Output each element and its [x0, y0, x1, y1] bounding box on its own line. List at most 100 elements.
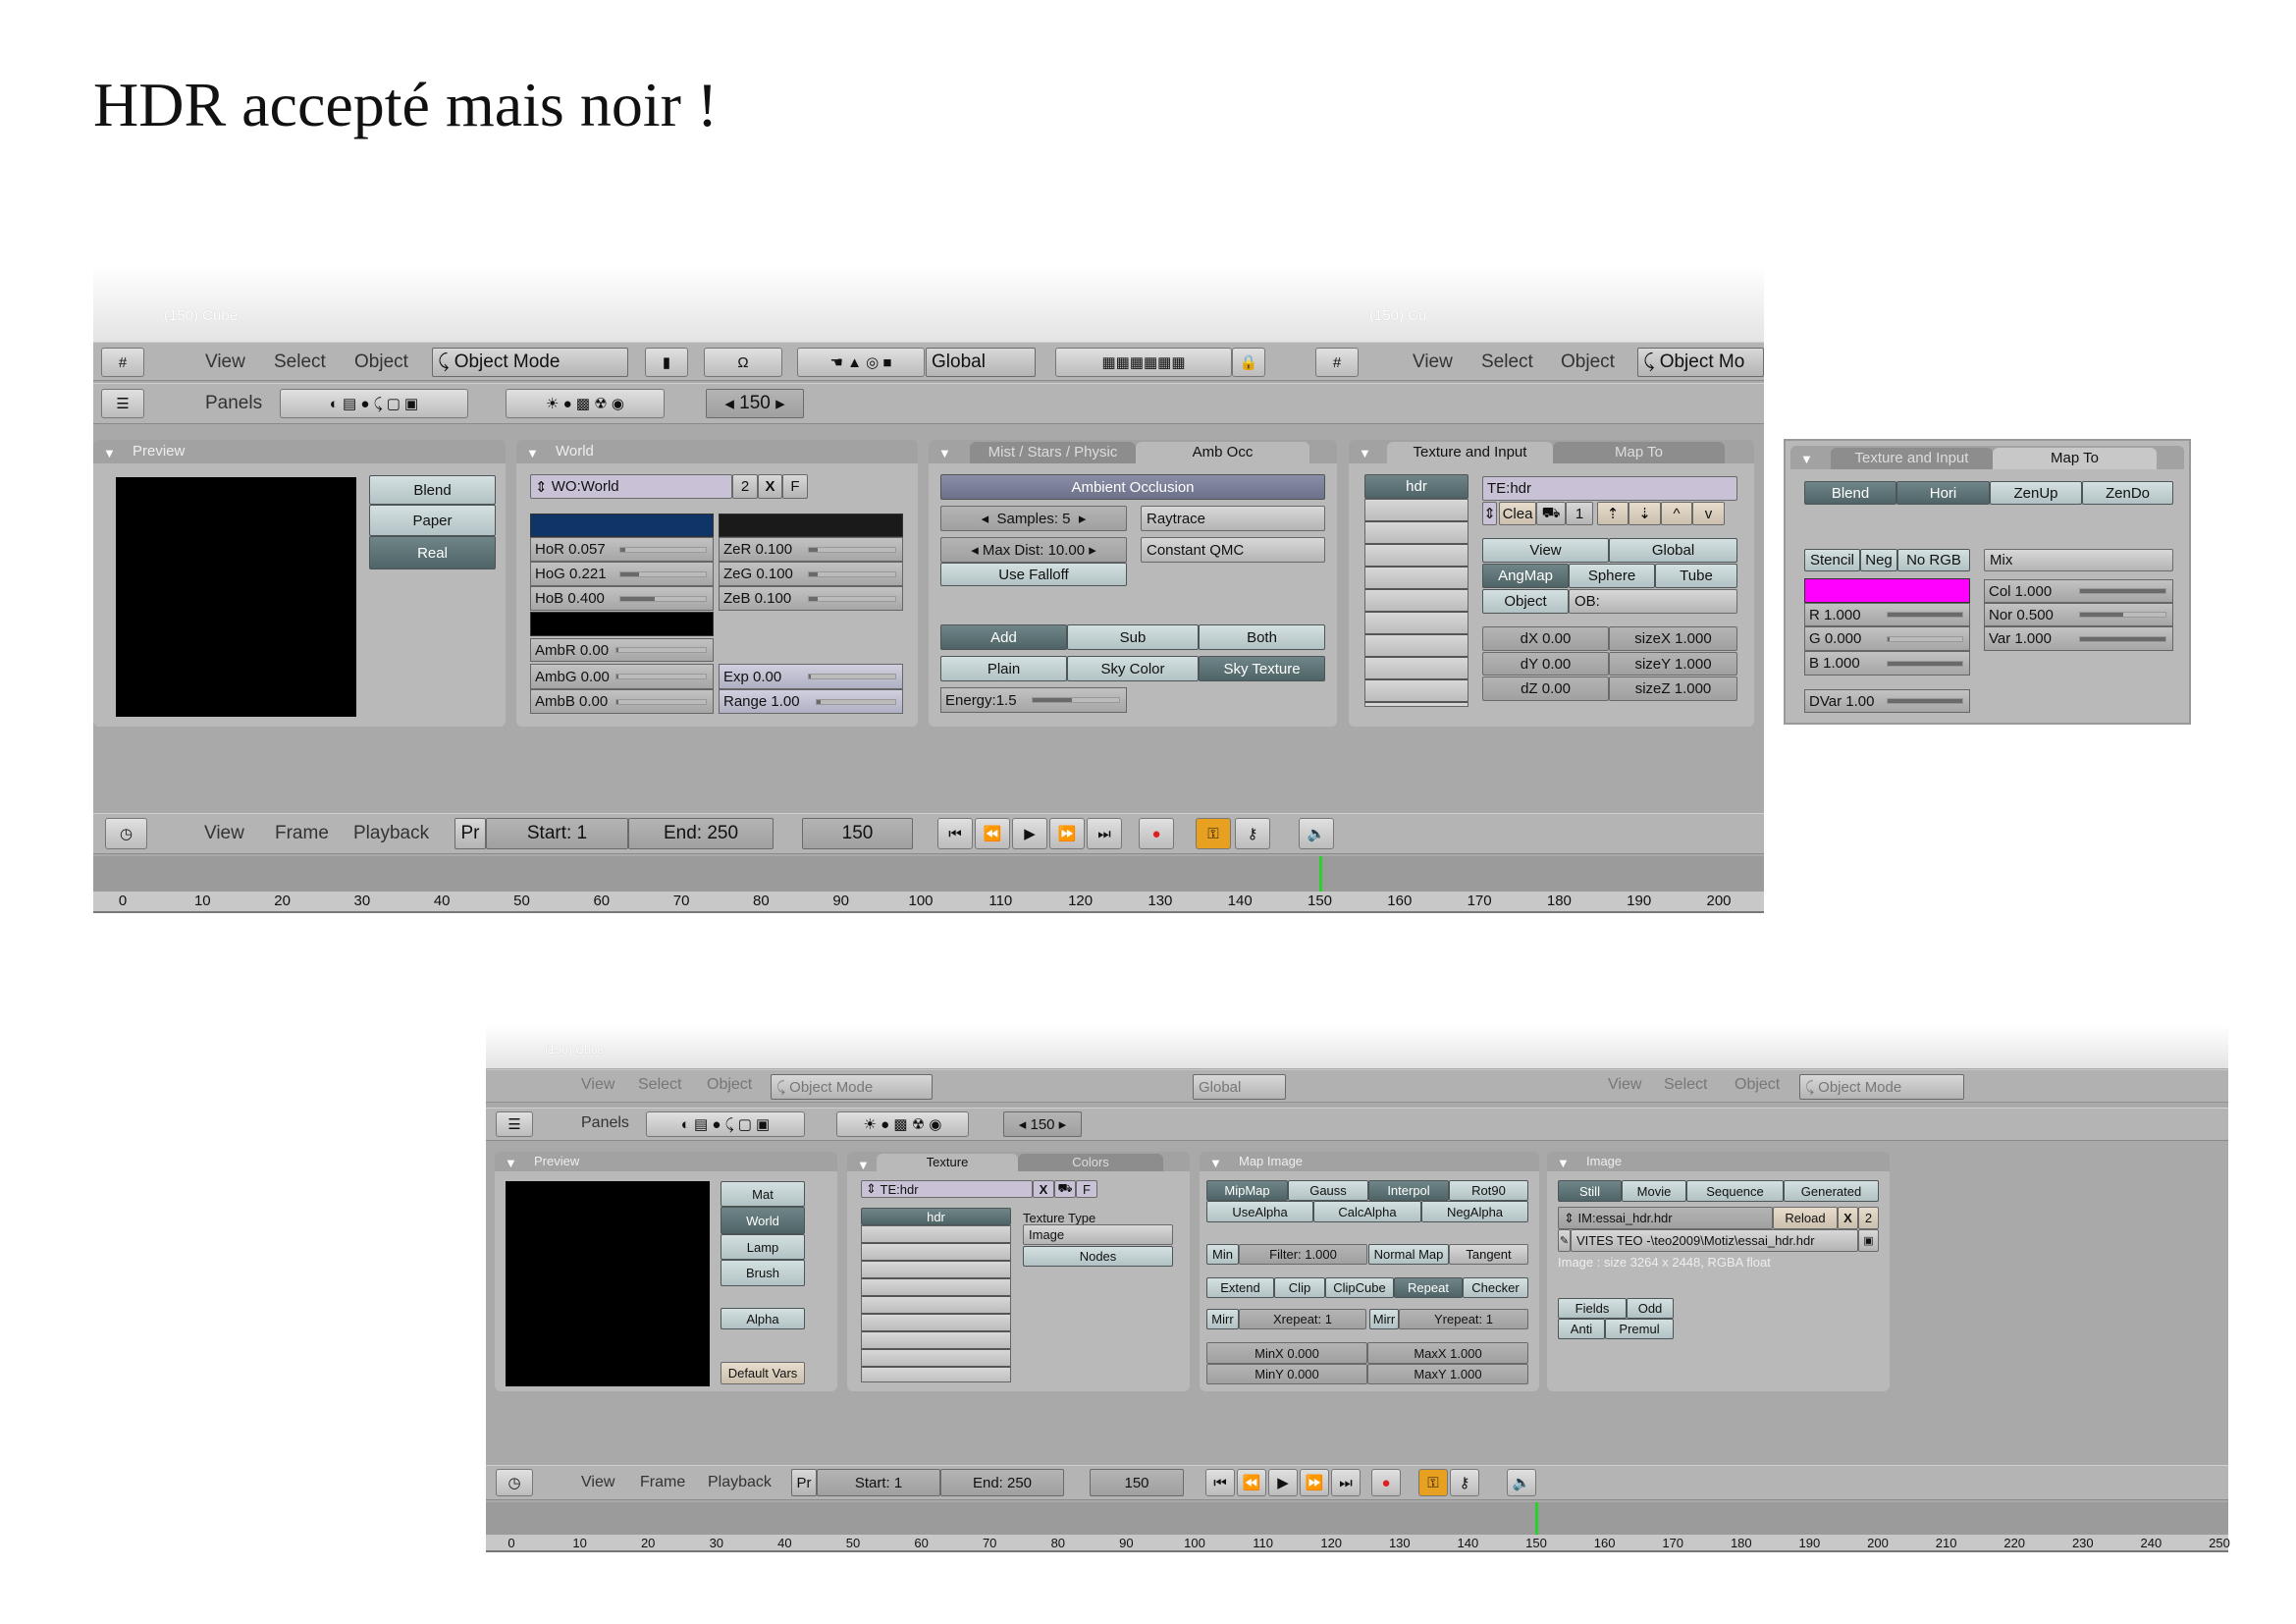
jump-start-icon[interactable]: ⏮: [1205, 1469, 1235, 1496]
timeline-menu-view[interactable]: View: [204, 823, 244, 844]
default-vars-button[interactable]: Default Vars: [721, 1362, 805, 1384]
image-name-field[interactable]: ⇕ IM:essai_hdr.hdr: [1558, 1207, 1773, 1229]
panels-menu[interactable]: Panels: [205, 393, 262, 414]
timeline-clock-icon[interactable]: ◷: [496, 1469, 533, 1496]
mapto-blend-button[interactable]: Blend: [1804, 481, 1896, 505]
menu-select-2[interactable]: Select: [1664, 1076, 1707, 1094]
panels-menu[interactable]: Panels: [581, 1114, 629, 1132]
ao-add-button[interactable]: Add: [940, 624, 1067, 650]
ao-sky-color-button[interactable]: Sky Color: [1067, 656, 1199, 681]
layers-icon[interactable]: ▦▦▦▦▦▦: [1055, 348, 1232, 377]
tab-amb-occ[interactable]: Amb Occ: [1136, 442, 1309, 463]
preview-paper-button[interactable]: Paper: [369, 505, 496, 536]
context-icons[interactable]: ◐ ▤ ● ⤹ ▢ ▣: [646, 1111, 805, 1137]
preview-range-button[interactable]: Pr: [454, 818, 486, 849]
gauss-button[interactable]: Gauss: [1288, 1180, 1368, 1201]
texture-users-button[interactable]: 1: [1566, 502, 1593, 525]
texture-unlink-button[interactable]: X: [1033, 1180, 1054, 1198]
menu-view[interactable]: View: [205, 352, 245, 373]
timeline-clock-icon[interactable]: ◷: [105, 818, 147, 849]
start-frame-field[interactable]: Start: 1: [486, 818, 628, 849]
hor-slider[interactable]: HoR 0.057: [530, 537, 714, 562]
zenith-color-swatch[interactable]: [719, 514, 903, 537]
ambr-slider[interactable]: AmbR 0.00: [530, 638, 714, 662]
zeg-slider[interactable]: ZeG 0.100: [719, 562, 903, 586]
minx-field[interactable]: MinX 0.000: [1206, 1342, 1367, 1364]
world-unlink-button[interactable]: X: [758, 474, 782, 499]
preview-world-button[interactable]: World: [721, 1207, 805, 1234]
buttons-editor-icon[interactable]: ☰: [496, 1111, 533, 1137]
current-frame-field[interactable]: 150: [802, 818, 913, 849]
ambient-occlusion-toggle[interactable]: Ambient Occlusion: [940, 474, 1325, 500]
clipcube-button[interactable]: ClipCube: [1325, 1277, 1394, 1298]
timeline-ruler[interactable]: 0 10 20 30 40 50 60 70 80 90 100 110 120 130 140 150 160…: [486, 1535, 2230, 1552]
3d-viewport[interactable]: [93, 265, 1764, 342]
collapse-icon[interactable]: ▼: [505, 1154, 517, 1173]
grid-editor-icon[interactable]: #: [101, 348, 144, 377]
image-unlink-button[interactable]: X: [1838, 1207, 1858, 1229]
current-frame-marker[interactable]: [1535, 1502, 1538, 1535]
grid-editor-icon-2[interactable]: #: [1315, 348, 1359, 377]
orientation-dropdown[interactable]: Global: [1193, 1074, 1286, 1100]
context-icons[interactable]: ◐ ▤ ● ⤹ ▢ ▣: [280, 389, 468, 418]
keying-set-icon[interactable]: ⚿: [1418, 1469, 1448, 1496]
jump-end-icon[interactable]: ⏭: [1087, 818, 1122, 849]
texture-slots-list[interactable]: [861, 1225, 1011, 1382]
texture-clear-button[interactable]: Clea: [1499, 502, 1536, 525]
world-name-field[interactable]: ⇕ WO:World: [530, 474, 732, 499]
prev-keyframe-icon[interactable]: ⏪: [975, 818, 1010, 849]
nodes-button[interactable]: Nodes: [1023, 1246, 1173, 1267]
shading-context-icons[interactable]: ☀ ● ▩ ☢ ◉: [836, 1111, 969, 1137]
next-keyframe-icon[interactable]: ⏩: [1300, 1469, 1329, 1496]
extend-button[interactable]: Extend: [1206, 1277, 1274, 1298]
audio-icon[interactable]: 🔈: [1299, 818, 1334, 849]
tab-map-to[interactable]: Map To: [1993, 448, 2157, 469]
zeb-slider[interactable]: ZeB 0.100: [719, 586, 903, 611]
xrepeat-field[interactable]: Xrepeat: 1: [1239, 1309, 1366, 1329]
preview-lamp-button[interactable]: Lamp: [721, 1234, 805, 1260]
ambg-slider[interactable]: AmbG 0.00: [530, 664, 714, 689]
calcalpha-button[interactable]: CalcAlpha: [1313, 1201, 1421, 1222]
image-users-button[interactable]: 2: [1858, 1207, 1879, 1229]
collapse-icon[interactable]: ▼: [1359, 442, 1371, 465]
zer-slider[interactable]: ZeR 0.100: [719, 537, 903, 562]
texture-slots-list[interactable]: [1364, 499, 1468, 707]
sizey-field[interactable]: sizeY 1.000: [1609, 652, 1737, 676]
end-frame-field[interactable]: End: 250: [940, 1469, 1064, 1496]
hob-slider[interactable]: HoB 0.400: [530, 586, 714, 611]
mapto-zenup-button[interactable]: ZenUp: [1990, 481, 2082, 505]
preview-real-button[interactable]: Real: [369, 536, 496, 569]
lock-icon[interactable]: 🔒: [1232, 348, 1265, 377]
texture-browse-icon[interactable]: ⛟: [1054, 1180, 1076, 1198]
collapse-icon[interactable]: ▼: [103, 442, 116, 465]
move-down-button[interactable]: v: [1692, 502, 1725, 525]
energy-slider[interactable]: Energy:1.5: [940, 687, 1127, 713]
texture-name-field[interactable]: TE:hdr: [1482, 476, 1737, 501]
preview-range-button[interactable]: Pr: [791, 1469, 817, 1496]
pivot-icon[interactable]: Ω: [704, 348, 782, 377]
image-path-field[interactable]: VITES TEO -\teo2009\Motiz\essai_hdr.hdr: [1571, 1229, 1858, 1252]
maxy-field[interactable]: MaxY 1.000: [1367, 1364, 1528, 1384]
odd-button[interactable]: Odd: [1627, 1298, 1674, 1319]
texture-browse-icon[interactable]: ⛟: [1536, 502, 1566, 525]
pack-icon[interactable]: ▣: [1858, 1229, 1879, 1252]
collapse-icon[interactable]: ▼: [1209, 1154, 1222, 1173]
timeline-ruler[interactable]: 0 10 20 30 40 50 60 70 80 90 100 110 120 130 140 150 160…: [93, 892, 1764, 913]
timeline-menu-playback[interactable]: Playback: [353, 823, 429, 844]
dy-field[interactable]: dY 0.00: [1482, 652, 1609, 676]
min-button[interactable]: Min: [1206, 1244, 1239, 1265]
timeline-menu-frame[interactable]: Frame: [275, 823, 329, 844]
fields-button[interactable]: Fields: [1558, 1298, 1627, 1319]
max-dist-field[interactable]: ◂ Max Dist: 10.00 ▸: [940, 537, 1127, 563]
horizon-color-swatch[interactable]: [530, 514, 714, 537]
maxx-field[interactable]: MaxX 1.000: [1367, 1342, 1528, 1364]
record-icon[interactable]: ●: [1371, 1469, 1401, 1496]
anti-button[interactable]: Anti: [1558, 1319, 1605, 1339]
r-slider[interactable]: R 1.000: [1804, 603, 1970, 626]
world-users-button[interactable]: 2: [732, 474, 758, 499]
jump-start-icon[interactable]: ⏮: [937, 818, 973, 849]
source-sequence-button[interactable]: Sequence: [1686, 1180, 1784, 1202]
timeline-track[interactable]: [486, 1502, 2228, 1535]
miny-field[interactable]: MinY 0.000: [1206, 1364, 1367, 1384]
premul-button[interactable]: Premul: [1605, 1319, 1674, 1339]
